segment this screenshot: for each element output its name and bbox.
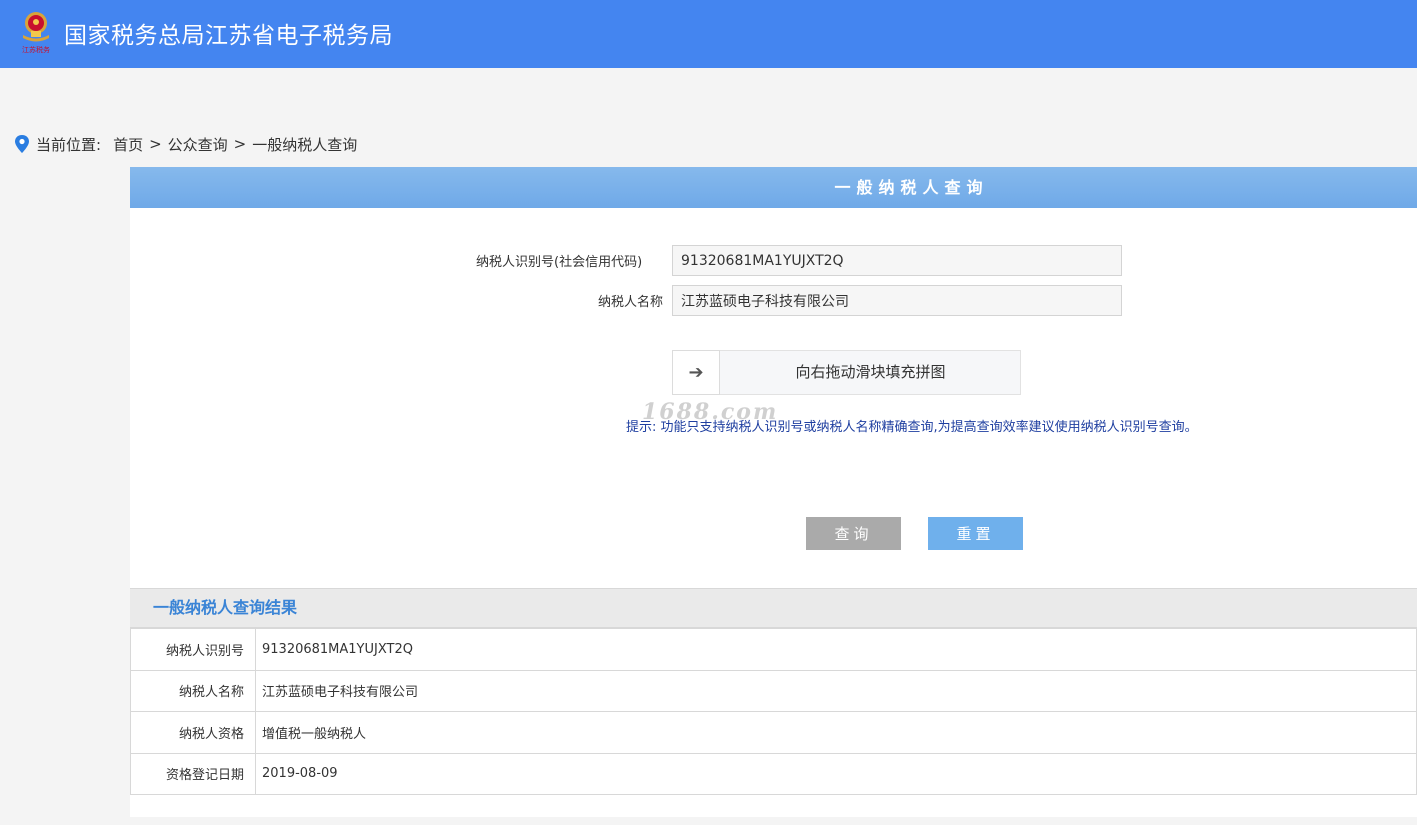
result-table: 纳税人识别号 91320681MA1YUJXT2Q 纳税人名称 江苏蓝硕电子科技… (130, 628, 1417, 795)
result-key: 纳税人名称 (130, 669, 256, 712)
site-title: 国家税务总局江苏省电子税务局 (64, 23, 393, 49)
query-button[interactable]: 查询 (806, 517, 901, 550)
breadcrumb-current: 一般纳税人查询 (252, 135, 358, 154)
result-value: 江苏蓝硕电子科技有限公司 (255, 669, 1417, 712)
breadcrumb-separator: > (149, 135, 162, 153)
breadcrumb-public-query[interactable]: 公众查询 (168, 134, 228, 155)
breadcrumb-label: 当前位置: (36, 135, 102, 154)
breadcrumb: 当前位置: 首页 > 公众查询 > 一般纳税人查询 (14, 133, 357, 155)
table-row: 纳税人名称 江苏蓝硕电子科技有限公司 (130, 669, 1417, 712)
location-pin-icon (15, 135, 29, 153)
slider-handle[interactable]: ➔ (672, 350, 720, 395)
result-value: 2019-08-09 (255, 752, 1417, 795)
result-value: 91320681MA1YUJXT2Q (255, 628, 1417, 671)
captcha-slider[interactable]: ➔ 向右拖动滑块填充拼图 (672, 350, 1021, 395)
result-key: 纳税人资格 (130, 711, 256, 754)
query-panel: 一般纳税人查询 纳税人识别号(社会信用代码) 纳税人名称 ➔ 向右拖动滑块填充拼… (130, 167, 1417, 817)
breadcrumb-separator: > (233, 135, 247, 153)
hint-text: 提示: 功能只支持纳税人识别号或纳税人名称精确查询,为提高查询效率建议使用纳税人… (626, 420, 1198, 435)
taxpayer-id-label: 纳税人识别号(社会信用代码) (476, 255, 643, 270)
taxpayer-name-label: 纳税人名称 (598, 295, 664, 310)
top-bar: 江苏税务 国家税务总局江苏省电子税务局 (0, 0, 1417, 68)
tax-emblem-logo: 江苏税务 (18, 9, 54, 55)
reset-button[interactable]: 重置 (928, 517, 1023, 550)
arrow-right-icon: ➔ (688, 362, 704, 383)
result-title: 一般纳税人查询结果 (153, 598, 298, 617)
taxpayer-name-input[interactable] (672, 285, 1122, 316)
result-key: 资格登记日期 (130, 752, 256, 795)
table-row: 纳税人资格 增值税一般纳税人 (130, 711, 1417, 754)
result-header: 一般纳税人查询结果 (130, 588, 1417, 628)
panel-header: 一般纳税人查询 (130, 167, 1417, 208)
slider-instruction: 向右拖动滑块填充拼图 (795, 363, 946, 381)
table-row: 资格登记日期 2019-08-09 (130, 752, 1417, 795)
panel-title: 一般纳税人查询 (834, 178, 989, 197)
table-row: 纳税人识别号 91320681MA1YUJXT2Q (130, 628, 1417, 671)
svg-text:江苏税务: 江苏税务 (22, 45, 50, 54)
result-value: 增值税一般纳税人 (255, 711, 1417, 754)
breadcrumb-home[interactable]: 首页 (113, 134, 143, 155)
result-key: 纳税人识别号 (130, 628, 256, 671)
taxpayer-id-input[interactable] (672, 245, 1122, 276)
